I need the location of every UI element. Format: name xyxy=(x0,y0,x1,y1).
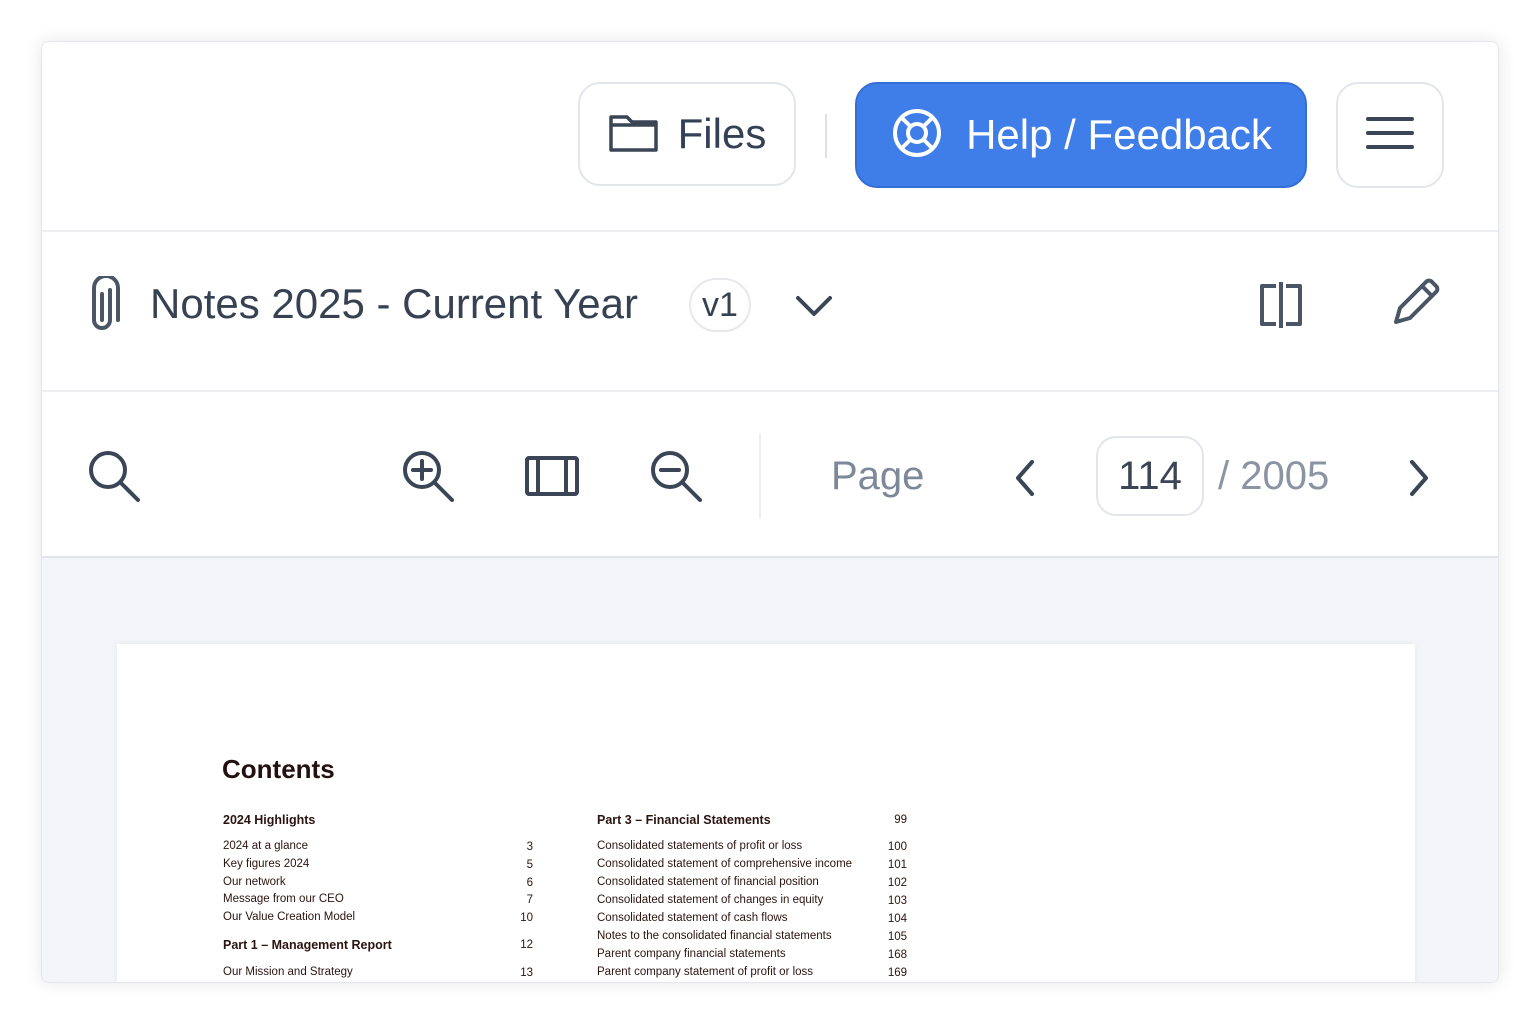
toc-page-number: 103 xyxy=(887,895,907,907)
document-viewer[interactable]: Contents 2024 Highlights 2024 at a glance… xyxy=(42,558,1498,982)
version-badge: v1 xyxy=(689,278,751,332)
document-title-bar: Notes 2025 - Current Year v1 xyxy=(42,232,1498,390)
toc-entry: Consolidated statement of financial posi… xyxy=(597,876,819,888)
toc-entry: Key figures 2024 xyxy=(223,858,310,870)
chevron-down-icon[interactable] xyxy=(794,292,834,320)
toc-entry: Consolidated statement of comprehensive … xyxy=(597,858,853,870)
toc-page-number: 5 xyxy=(526,859,533,871)
page-label: Page xyxy=(831,454,925,498)
toc-page-number: 10 xyxy=(520,912,533,924)
toc-entry: 2024 at a glance xyxy=(223,840,309,852)
toc-page-number: 12 xyxy=(520,939,533,951)
toc-page-number: 99 xyxy=(894,814,907,826)
menu-button[interactable] xyxy=(1336,82,1444,188)
toc-page-number: 7 xyxy=(526,894,533,906)
folder-icon xyxy=(608,111,660,158)
pdf-page: Contents 2024 Highlights 2024 at a glance… xyxy=(117,644,1415,982)
toc-entry: Parent company financial statements xyxy=(597,948,786,960)
toc-entry: Our network xyxy=(223,876,286,888)
lifebuoy-icon xyxy=(890,106,944,165)
search-icon[interactable] xyxy=(86,448,142,504)
toc-page-number: 102 xyxy=(887,877,907,889)
toc-page-number: 101 xyxy=(887,859,907,871)
toc-entry: Parent company statement of profit or lo… xyxy=(597,966,814,978)
toc-entry: Our Value Creation Model xyxy=(223,911,356,923)
files-label: Files xyxy=(677,110,767,157)
toc-entry: Consolidated statements of profit or los… xyxy=(597,840,803,852)
toc-page-number: 3 xyxy=(526,841,533,853)
files-button[interactable]: Files xyxy=(578,82,796,186)
toc-entry: Our Mission and Strategy xyxy=(223,966,353,978)
zoom-in-icon[interactable] xyxy=(400,448,456,504)
toc-entry: Notes to the consolidated financial stat… xyxy=(597,930,832,942)
pencil-icon[interactable] xyxy=(1390,278,1440,328)
help-feedback-button[interactable]: Help / Feedback xyxy=(855,82,1307,188)
top-header: Files Help / Feedback xyxy=(42,42,1498,230)
chevron-left-icon[interactable] xyxy=(1012,458,1040,498)
page-number-input[interactable]: 114 xyxy=(1096,436,1204,516)
contents-heading: Contents xyxy=(222,754,335,784)
toc-page-number: 169 xyxy=(887,967,907,979)
compare-columns-icon[interactable] xyxy=(1256,280,1306,330)
toolbar-divider xyxy=(759,434,761,518)
toc-entry: Consolidated statement of cash flows xyxy=(597,912,788,924)
zoom-out-icon[interactable] xyxy=(648,448,704,504)
toc-section-heading: Part 3 – Financial Statements xyxy=(597,813,771,827)
toc-page-number: 100 xyxy=(887,841,907,853)
chevron-right-icon[interactable] xyxy=(1404,458,1432,498)
toc-page-number: 13 xyxy=(520,967,533,979)
toc-entry: Consolidated statement of changes in equ… xyxy=(597,894,824,906)
viewer-toolbar: Page 114 / 2005 xyxy=(42,392,1498,556)
toc-entry: Message from our CEO xyxy=(223,893,344,905)
document-title[interactable]: Notes 2025 - Current Year xyxy=(150,280,638,328)
toc-section-heading: Part 1 – Management Report xyxy=(223,938,392,952)
paperclip-icon xyxy=(88,276,122,334)
toc-page-number: 104 xyxy=(887,913,907,925)
fit-width-icon[interactable] xyxy=(524,454,580,498)
toc-page-number: 168 xyxy=(887,949,907,961)
hamburger-menu-icon xyxy=(1366,116,1414,155)
header-divider xyxy=(825,114,827,158)
toc-page-number: 6 xyxy=(526,877,533,889)
app-window: Files Help / Feedback Notes 2025 - Curre… xyxy=(41,41,1499,983)
page-total: / 2005 xyxy=(1218,454,1330,498)
toc-page-number: 105 xyxy=(887,931,907,943)
help-feedback-label: Help / Feedback xyxy=(966,111,1272,158)
toc-section-heading: 2024 Highlights xyxy=(223,813,316,827)
